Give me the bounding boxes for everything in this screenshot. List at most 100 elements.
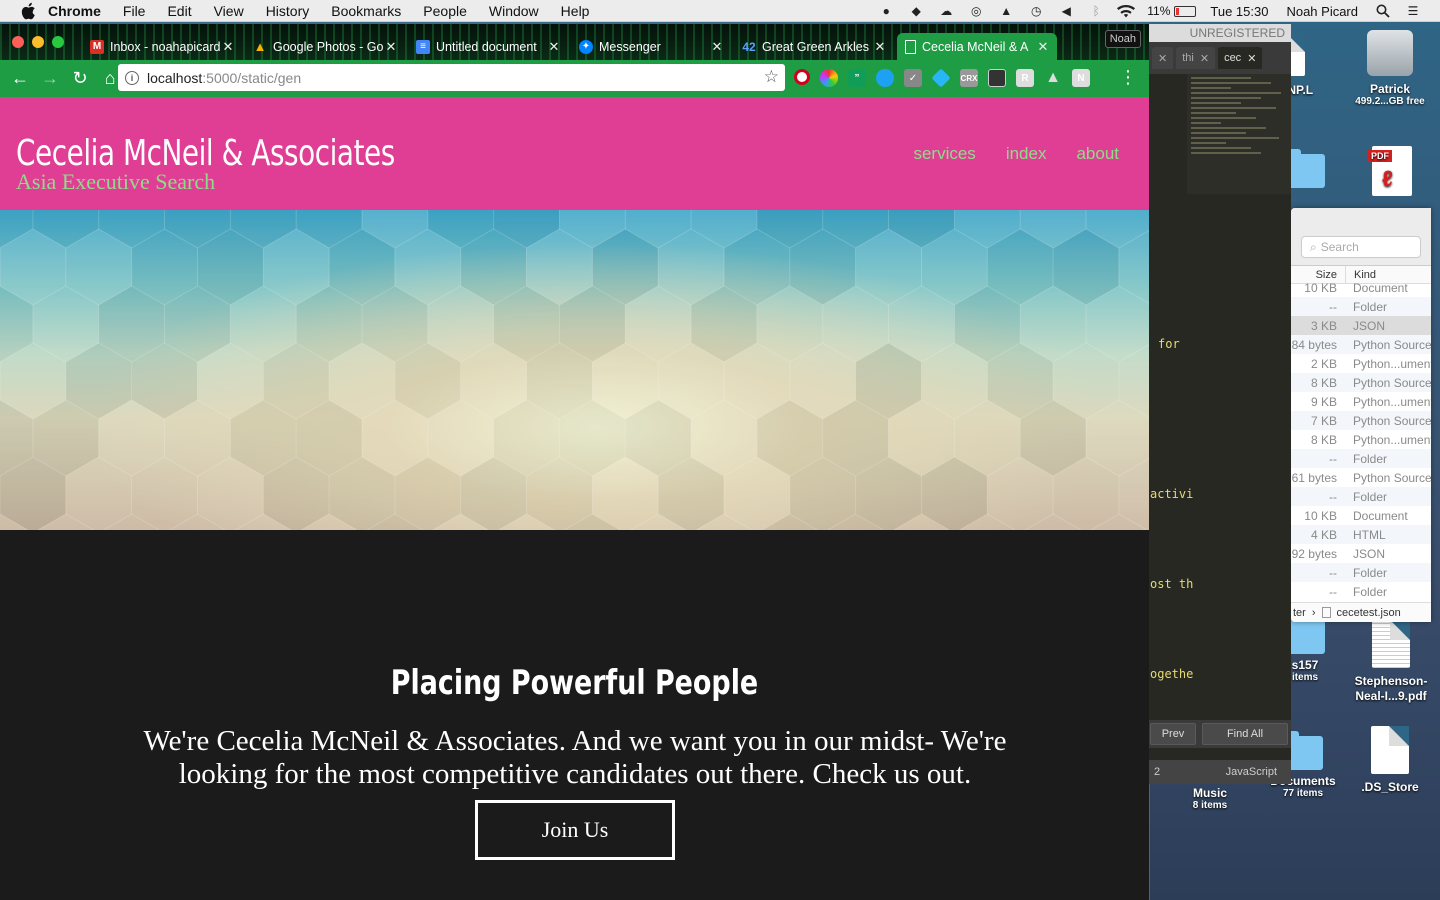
close-tab-icon[interactable]: ✕ (872, 39, 888, 55)
menu-view[interactable]: View (214, 3, 244, 19)
menu-help[interactable]: Help (561, 3, 590, 19)
chrome-menu-icon[interactable]: ⋮ (1119, 68, 1137, 86)
opera-extension-icon[interactable] (794, 69, 810, 85)
folder-s157-label: s157 (1291, 658, 1319, 672)
syntax-selector[interactable]: JavaScript (1226, 766, 1277, 778)
r-extension-icon[interactable]: R (1016, 69, 1034, 87)
site-info-icon[interactable]: i (125, 70, 139, 85)
evernote-tray-icon[interactable]: ● (877, 4, 895, 18)
finder-file-row[interactable]: -- Folder (1291, 487, 1431, 506)
drive-extension-icon[interactable]: ▲ (1044, 69, 1062, 87)
path-parent[interactable]: ter (1293, 607, 1306, 619)
close-tab-icon[interactable]: ✕ (709, 39, 725, 55)
find-prev-button[interactable]: Prev (1150, 723, 1196, 745)
finder-file-row[interactable]: 92 bytes JSON (1291, 544, 1431, 563)
finder-file-row[interactable]: 10 KB Document (1291, 506, 1431, 525)
finder-file-row[interactable]: -- Folder (1291, 297, 1431, 316)
menubar-clock[interactable]: Tue 15:30 (1210, 4, 1268, 19)
wifi-icon[interactable] (1117, 4, 1136, 18)
bookmark-star-icon[interactable]: ☆ (764, 67, 779, 87)
zoom-window-button[interactable] (52, 36, 64, 48)
spotlight-search-icon[interactable] (1374, 4, 1392, 18)
n-extension-icon[interactable]: N (1072, 69, 1090, 87)
close-tab-icon[interactable]: ✕ (546, 39, 562, 55)
finder-search-field[interactable]: ⌕ Search (1301, 236, 1421, 258)
nav-link-about[interactable]: about (1076, 144, 1119, 164)
color-wheel-extension-icon[interactable] (820, 69, 838, 87)
sublime-minimap[interactable] (1187, 74, 1291, 194)
site-title[interactable]: Cecelia McNeil & Associates (16, 133, 395, 174)
desktop-drive-patrick[interactable]: Patrick 499.2...GB free (1345, 30, 1435, 107)
menu-file[interactable]: File (123, 3, 146, 19)
browser-tab[interactable]: ≡ Untitled document ✕ (408, 33, 568, 60)
browser-tab[interactable]: Cecelia McNeil & A ✕ (897, 33, 1057, 60)
path-file[interactable]: cecetest.json (1337, 607, 1401, 619)
cloud-tray-icon[interactable]: ☁ (937, 4, 955, 18)
menu-history[interactable]: History (266, 3, 310, 19)
finder-file-row[interactable]: 10 KB Document (1291, 278, 1431, 297)
battery-icon[interactable] (1174, 5, 1197, 17)
nav-link-services[interactable]: services (913, 144, 975, 164)
back-arrow-icon[interactable]: ← (6, 65, 34, 93)
reload-icon[interactable]: ↻ (66, 65, 94, 93)
close-icon[interactable]: ✕ (1200, 52, 1209, 65)
drive-tray-icon[interactable]: ▲ (997, 4, 1015, 18)
menubar-user[interactable]: Noah Picard (1286, 4, 1358, 19)
finder-file-row[interactable]: -- Folder (1291, 449, 1431, 468)
finder-file-row[interactable]: 61 bytes Python Source (1291, 468, 1431, 487)
apple-menu-icon[interactable] (20, 2, 38, 20)
hero-hexagon-banner (0, 210, 1149, 530)
bluetooth-icon[interactable]: ᛒ (1087, 4, 1105, 18)
browser-tab[interactable]: M Inbox - noahapicard ✕ (82, 33, 242, 60)
close-tab-icon[interactable]: ✕ (383, 39, 399, 55)
address-bar[interactable]: i localhost:5000/static/gen ☆ (118, 64, 785, 91)
dropbox-tray-icon[interactable]: ◆ (907, 4, 925, 18)
diamond-extension-icon[interactable] (931, 68, 951, 88)
nav-link-index[interactable]: index (1006, 144, 1047, 164)
minimize-window-button[interactable] (32, 36, 44, 48)
finder-file-row[interactable]: 9 KB Python...ument (1291, 392, 1431, 411)
menu-bookmarks[interactable]: Bookmarks (331, 3, 401, 19)
menu-app-chrome[interactable]: Chrome (48, 3, 101, 19)
sync-tray-icon[interactable]: ◎ (967, 4, 985, 18)
close-tab-icon[interactable]: ✕ (1035, 39, 1051, 55)
browser-tab[interactable]: ✦ Messenger ✕ (571, 33, 731, 60)
finder-file-row[interactable]: 4 KB HTML (1291, 525, 1431, 544)
finder-file-row[interactable]: 8 KB Python...ument (1291, 430, 1431, 449)
menu-edit[interactable]: Edit (167, 3, 191, 19)
desktop-pdf[interactable]: PDF ℓ (1347, 146, 1437, 196)
desktop-folder-music[interactable]: Music 8 items (1165, 786, 1255, 811)
menu-people[interactable]: People (423, 3, 467, 19)
hangouts-extension-icon[interactable]: ” (848, 69, 866, 87)
finder-file-row[interactable]: 7 KB Python Source (1291, 411, 1431, 430)
desktop-stephenson-pdf[interactable]: Stephenson-Neal-I...9.pdf (1345, 620, 1437, 704)
sublime-tab-1[interactable]: thi ✕ (1176, 47, 1216, 69)
forward-arrow-icon[interactable]: → (36, 65, 64, 93)
close-tab-icon[interactable]: ✕ (220, 39, 236, 55)
join-us-button[interactable]: Join Us (475, 800, 675, 860)
browser-tab[interactable]: 42 Great Green Arkles ✕ (734, 33, 894, 60)
profile-button[interactable]: Noah (1104, 30, 1141, 48)
finder-file-row[interactable]: 2 KB Python...ument (1291, 354, 1431, 373)
time-machine-icon[interactable]: ◷ (1027, 4, 1045, 18)
file-size: 7 KB (1310, 413, 1337, 428)
crx-extension-icon[interactable]: CRX (960, 69, 978, 87)
sublime-tab-close-only[interactable]: ✕ (1152, 47, 1174, 69)
browser-tab[interactable]: ▲ Google Photos - Go ✕ (245, 33, 405, 60)
sublime-tab-2[interactable]: cec ✕ (1218, 47, 1263, 69)
pocket-extension-icon[interactable]: ✓ (904, 69, 922, 87)
finder-file-row[interactable]: 84 bytes Python Source (1291, 335, 1431, 354)
close-icon[interactable]: ✕ (1247, 52, 1256, 65)
screen-extension-icon[interactable] (988, 69, 1006, 87)
desktop-ds-store[interactable]: .DS_Store (1345, 726, 1435, 794)
notification-center-icon[interactable]: ☰ (1404, 4, 1422, 18)
finder-file-row[interactable]: 8 KB Python Source (1291, 373, 1431, 392)
finder-file-row[interactable]: 3 KB JSON (1291, 316, 1431, 335)
volume-icon[interactable]: ◀ (1057, 4, 1075, 18)
menu-window[interactable]: Window (489, 3, 539, 19)
finder-file-row[interactable]: -- Folder (1291, 582, 1431, 601)
finder-file-row[interactable]: -- Folder (1291, 563, 1431, 582)
close-window-button[interactable] (12, 36, 24, 48)
blue-circle-extension-icon[interactable] (876, 69, 894, 87)
find-all-button[interactable]: Find All (1202, 723, 1288, 745)
